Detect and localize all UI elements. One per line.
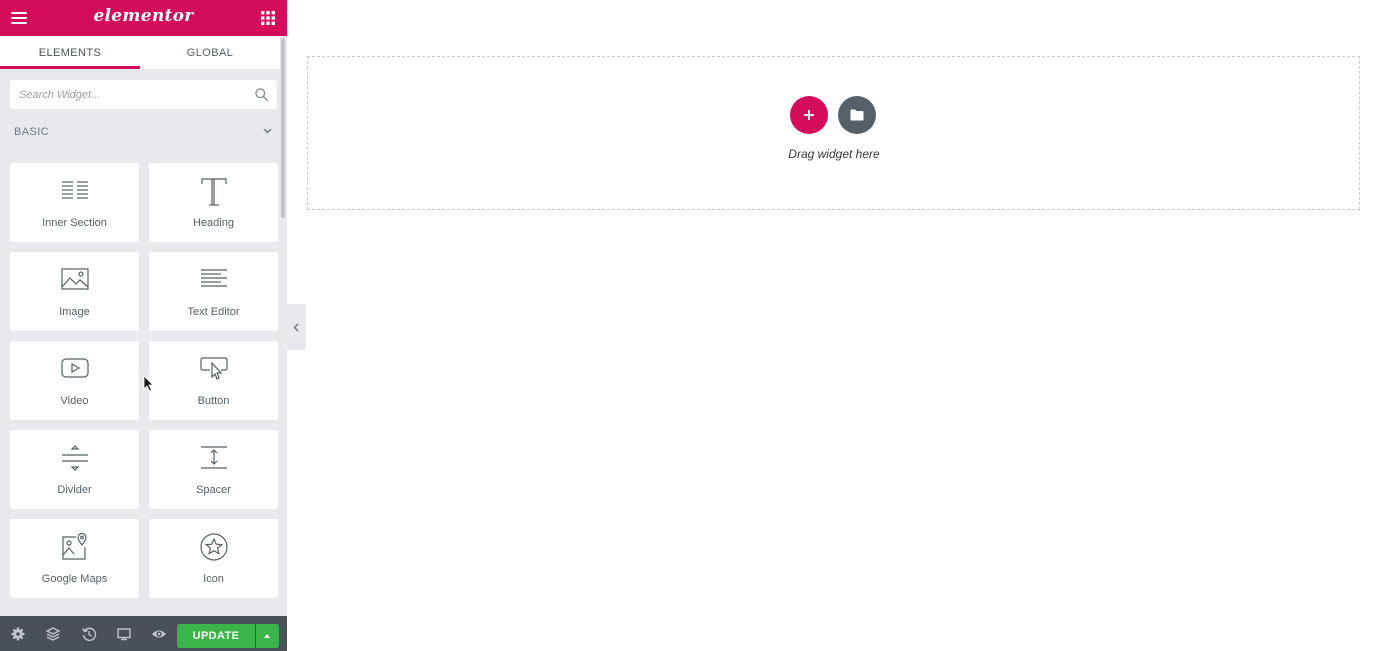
- widget-label: Button: [197, 395, 230, 407]
- widget-label: Divider: [57, 484, 92, 496]
- widget-image[interactable]: Image: [10, 252, 139, 331]
- search-box: [10, 80, 277, 109]
- widget-google-maps[interactable]: Google Maps: [10, 519, 139, 598]
- chevron-down-icon: [263, 128, 272, 134]
- add-template-button[interactable]: [838, 96, 876, 134]
- folder-icon: [850, 109, 864, 121]
- inner-section-icon: [61, 181, 88, 199]
- widget-heading[interactable]: Heading: [149, 163, 278, 242]
- add-section-button[interactable]: [790, 96, 828, 134]
- category-label: BASIC: [14, 126, 50, 138]
- text-editor-icon: [200, 269, 227, 287]
- search-icon[interactable]: [255, 88, 268, 101]
- update-button[interactable]: UPDATE: [177, 624, 255, 648]
- tab-global[interactable]: GLOBAL: [140, 36, 280, 69]
- widget-button[interactable]: Button: [149, 341, 278, 420]
- star-icon: [199, 533, 228, 561]
- empty-section-drop-zone[interactable]: [307, 56, 1360, 210]
- preview-icon[interactable]: [151, 626, 167, 642]
- plus-icon: [804, 110, 814, 120]
- widget-label: Google Maps: [41, 573, 108, 585]
- widget-video[interactable]: Video: [10, 341, 139, 420]
- widget-icon[interactable]: Icon: [149, 519, 278, 598]
- update-options-button[interactable]: [256, 624, 279, 648]
- widget-label: Icon: [203, 573, 224, 585]
- editor-panel: elementor ELEMENTS GLOBAL BASIC: [0, 0, 287, 651]
- tab-elements[interactable]: ELEMENTS: [0, 36, 140, 69]
- heading-icon: [200, 178, 227, 206]
- widget-label: Heading: [193, 217, 234, 229]
- panel-scrollbar[interactable]: [281, 38, 285, 218]
- drag-widget-hint: Drag widget here: [788, 147, 880, 161]
- collapse-panel-button[interactable]: [287, 304, 306, 350]
- caret-up-icon: [264, 634, 270, 638]
- widget-divider[interactable]: Divider: [10, 430, 139, 509]
- mouse-cursor-icon: [143, 375, 154, 392]
- settings-icon[interactable]: [10, 626, 26, 642]
- google-maps-icon: [61, 533, 87, 560]
- elementor-logo: elementor: [93, 6, 194, 26]
- widget-spacer[interactable]: Spacer: [149, 430, 278, 509]
- panel-header: elementor: [0, 0, 287, 36]
- widget-label: Image: [59, 306, 90, 318]
- button-icon: [199, 357, 228, 380]
- chevron-left-icon: [293, 323, 299, 332]
- widget-label: Spacer: [196, 484, 231, 496]
- widget-text-editor[interactable]: Text Editor: [149, 252, 278, 331]
- widget-label: Inner Section: [42, 217, 107, 229]
- widget-inner-section[interactable]: Inner Section: [10, 163, 139, 242]
- responsive-icon[interactable]: [116, 626, 132, 642]
- panel-tabs: ELEMENTS GLOBAL: [0, 36, 280, 69]
- image-icon: [60, 268, 89, 290]
- video-icon: [60, 358, 89, 378]
- search-input[interactable]: [10, 80, 277, 109]
- divider-icon: [61, 445, 88, 471]
- spacer-icon: [200, 446, 227, 469]
- grid-icon[interactable]: [255, 6, 281, 30]
- navigator-icon[interactable]: [45, 626, 61, 642]
- widget-label: Video: [60, 395, 89, 407]
- history-icon[interactable]: [81, 626, 97, 642]
- widget-label: Text Editor: [187, 306, 240, 318]
- category-basic-header[interactable]: BASIC: [14, 126, 274, 142]
